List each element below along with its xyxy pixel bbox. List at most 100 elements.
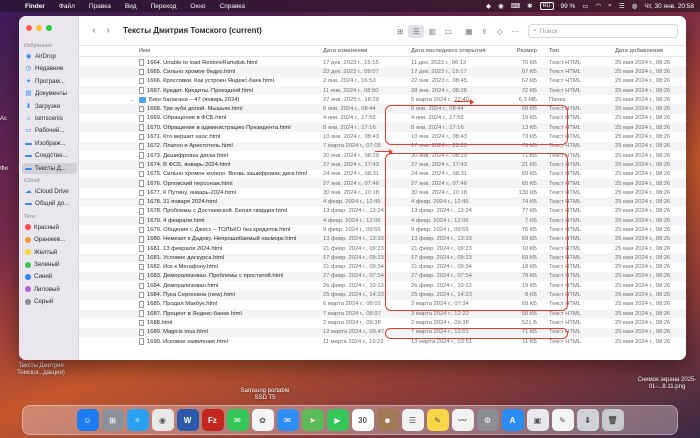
desktop-item-label[interactable]: Ас [0,116,14,123]
dock-freeform-icon[interactable]: 〰 [451,409,474,431]
sidebar-tag[interactable]: Синий [22,271,77,282]
file-row[interactable]: 1680. Немезит к Дадоку. Непрошибаемый на… [79,234,686,244]
sidebar-item[interactable]: ▬ Следстве... [22,150,77,161]
file-row[interactable]: 1674. В ФСБ, январь-2024.html 27 янв. 202… [79,160,686,170]
search-menu-icon[interactable]: ⌕ [608,2,612,10]
file-row[interactable]: 1676. Орловский персонаж.html 27 янв. 202… [79,178,686,189]
sidebar-tag[interactable]: Зеленый [22,259,77,270]
disclosure-chevron-icon[interactable]: ⌄ [130,97,136,103]
desktop-folder-label[interactable]: Тексты Дмитрия Томског...дакции) [6,363,76,377]
bluetooth-icon[interactable]: ✱ [527,2,532,10]
gallery-view-icon[interactable]: ▭ [440,25,456,38]
control-center-icon[interactable]: ☰ [619,2,625,10]
menu-finder[interactable]: Finder [18,3,52,10]
file-row[interactable]: 1690. Исковое заявление.html 11 марта 202… [79,337,686,346]
file-row[interactable]: 1679. 4 февраля.html 4 февр. 2024 г., 12:… [79,216,686,226]
sidebar-item[interactable]: ⌂ tomscenis [22,113,77,124]
sidebar-item[interactable]: ▤ Документы [22,88,77,99]
desktop-item-label[interactable]: Фи [0,166,14,173]
dock-system-settings-icon[interactable]: ⚙ [476,409,499,431]
siri-icon[interactable]: ◍ [632,2,638,10]
column-kind[interactable]: Тип [541,48,611,54]
share-icon[interactable]: ⇪ [481,27,487,36]
icon-view-icon[interactable]: ⊞ [392,25,408,38]
sidebar-item[interactable]: ✦ Програм... [22,76,77,87]
sidebar-item[interactable]: ▭ Рабочий... [22,125,77,136]
dock-facetime-icon[interactable]: ▶ [326,409,349,431]
menu-window[interactable]: Окно [183,3,212,10]
file-row[interactable]: 1687. Процент в Яндекс-банке.html 7 марта… [79,309,686,319]
file-row[interactable]: 1670. Обращение в администрацию Президен… [79,123,686,133]
file-row[interactable]: 1679. Общение с Джесс – ТОЛЬКО без креди… [79,225,686,234]
file-row[interactable]: 1682. Иск к Мегафону.html 21 февр. 2024 г… [79,263,686,272]
dock-calendar-icon[interactable]: 30 [351,409,374,431]
file-row[interactable]: 1667. Кредит. Кредиты. Проездной.html 11 … [79,85,686,96]
sidebar-tag[interactable]: Оранжев... [22,234,77,245]
dock-reminders-icon[interactable]: ☰ [401,409,424,431]
zoom-button[interactable] [46,25,52,31]
dock-safari-icon[interactable]: ✧ [126,409,149,431]
dock-launchpad-icon[interactable]: ⊞ [101,409,124,431]
file-row[interactable]: 1666. Кроссовки. Как устроен Яндекс-банк… [79,77,686,86]
file-row[interactable]: 1689. Magicis mus.html 12 марта 2024 г., … [79,327,686,337]
column-view-icon[interactable]: ▥ [424,25,440,38]
sidebar-tag[interactable]: Красный [22,222,77,233]
sidebar-item[interactable]: ☁ iCloud Drive [22,186,77,197]
dock-word-icon[interactable]: W [176,409,199,431]
battery-icon[interactable]: ▭ [582,2,588,10]
file-row[interactable]: 1673. Дешифровка диска.html 20 янв. 2024 … [79,151,686,160]
column-size[interactable]: Размер [493,48,541,54]
file-row[interactable]: 1685. Продал Макбук.html 6 марта 2024 г.,… [79,300,686,309]
dock-maps-icon[interactable]: ➤ [301,409,324,431]
menu-edit[interactable]: Правка [82,3,118,10]
back-button[interactable]: ‹ [87,25,101,36]
search-field[interactable]: ⌕ Поиск [528,24,678,38]
column-added[interactable]: Дата добавления [611,48,685,54]
column-name[interactable]: Имя [79,48,319,54]
ru-input[interactable]: RU [539,2,554,10]
more-icon[interactable]: ⋯ [512,27,520,36]
file-row[interactable]: 1683. Деморализован. Проблемы с простато… [79,271,686,282]
menu-help[interactable]: Справка [213,3,253,10]
file-row[interactable]: 1672. Платон и Аристотель.html 7 марта 20… [79,141,686,151]
file-row[interactable]: 1677. К Путину, январь-2024.html 30 янв. … [79,188,686,197]
dock-finder-icon[interactable]: ☺ [76,409,99,431]
sidebar-item[interactable]: ▬ Изображ... [22,138,77,149]
forward-button[interactable]: › [101,25,115,36]
file-row[interactable]: 1684. Деморализован.html 26 февр. 2024 г.… [79,281,686,290]
dock-filezilla-icon[interactable]: Fz [201,409,224,431]
menu-go[interactable]: Переход [144,3,184,10]
file-row[interactable]: 1688.html 2 марта 2024 г., 09:36 2 марта 2… [79,318,686,327]
file-row[interactable]: 1684. Пука Сергеевна (new).html 25 февр. … [79,290,686,300]
record-icon[interactable]: ◉ [498,2,504,10]
dropbox-icon[interactable]: ◆ [486,2,491,10]
sidebar-tag[interactable]: Лиловый [22,284,77,295]
sidebar-item[interactable]: ◷ Недавние [22,63,77,74]
file-row[interactable]: 1675. Сильно хромое колено. Вновь зашифр… [79,170,686,179]
desktop-screenshot-label[interactable]: Снимок экрана 2025-01-...8.11.png [636,377,698,391]
sidebar-item[interactable]: ◉ AirDrop [22,51,77,62]
sidebar-tag[interactable]: Желтый [22,247,77,258]
file-row[interactable]: 1668. Три зуба долой. Мышьяк.html 6 янв. … [79,104,686,114]
tag-icon[interactable]: ◇ [497,27,503,36]
menu-file[interactable]: Файл [52,3,82,10]
column-opened[interactable]: Дата последнего открытия [407,48,493,54]
clock[interactable]: Чт, 30 янв. 20:58 [644,3,694,10]
file-row[interactable]: 1669. Обращение в ФСБ.html 4 янв. 2024 г.… [79,114,686,123]
desktop-drive-label[interactable]: Samsung portable SSD T5 [235,388,295,402]
file-row[interactable]: 1681. Условие дискурса.html 17 февр. 2024… [79,253,686,263]
dock-contacts-icon[interactable]: ☻ [376,409,399,431]
folder-row[interactable]: ⌄ Блог балагана – 47 (январь 2024) 27 янв.… [79,95,686,104]
dock-textedit-icon[interactable]: ✎ [551,409,574,431]
minimize-button[interactable] [36,25,42,31]
dock-notes-icon[interactable]: ✎ [426,409,449,431]
file-row[interactable]: 1681. 13 февраля 2024.html 21 февр. 2024 … [79,244,686,253]
file-row[interactable]: 1678. 31 января 2024.html 4 февр. 2024 г.… [79,197,686,207]
file-row[interactable]: 1678. Проблемы с Достаевской. Белая гвар… [79,207,686,216]
file-row[interactable]: 1671. Кто вершит хаос.html 10 янв. 2024 г… [79,132,686,141]
sidebar-item[interactable]: ⬇ Загрузки [22,101,77,112]
dock-downloads-icon[interactable]: ⬇ [576,409,599,431]
file-row[interactable]: 1664. Unable to load RestoreRamdisk.html… [79,58,686,67]
file-row[interactable]: 1665. Сильно хромое бедро.html 23 дек. 20… [79,67,686,77]
group-icon[interactable]: ▦ [465,27,472,36]
